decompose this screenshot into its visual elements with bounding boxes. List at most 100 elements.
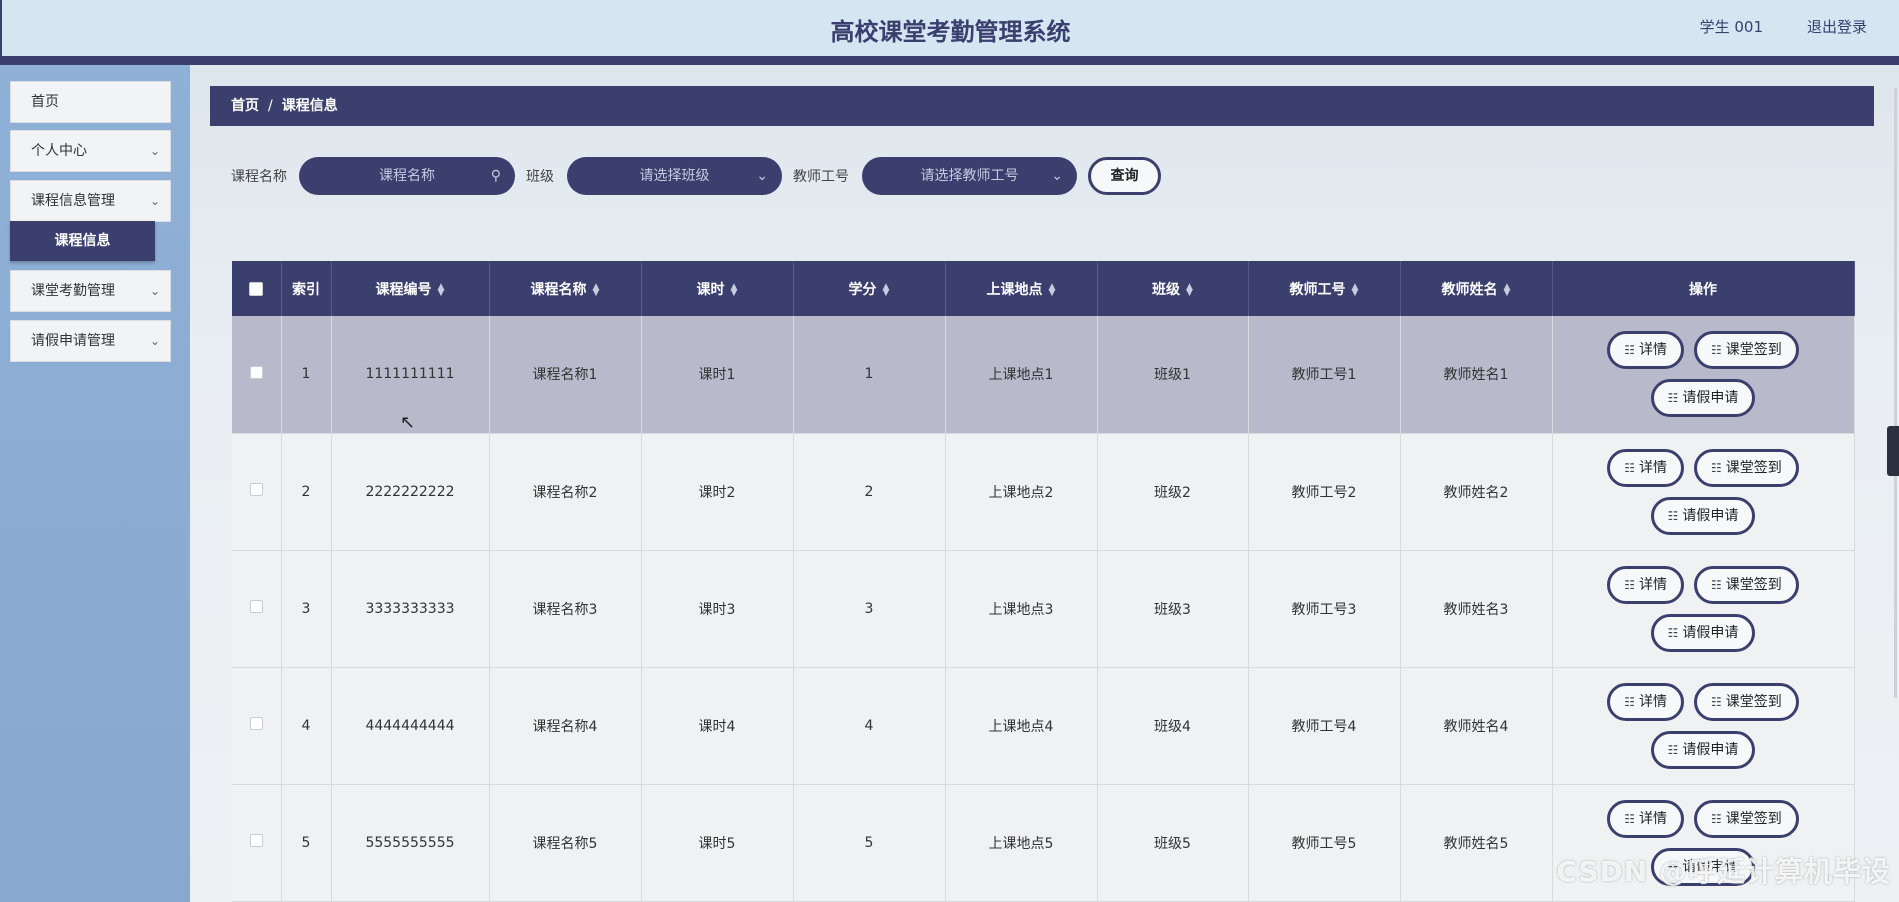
cell-actions: ☷ 详情 ☷ 课堂签到 ☷ 请假申请 xyxy=(1552,667,1855,785)
sidebar-item-attendance-management[interactable]: 课堂考勤管理 ⌄ xyxy=(10,270,171,312)
button-label: 详情 xyxy=(1639,810,1667,827)
checkin-button[interactable]: ☷ 课堂签到 xyxy=(1694,331,1799,370)
class-placeholder: 请选择班级 xyxy=(639,168,710,184)
cell-hours: 课时5 xyxy=(641,784,794,902)
sidebar-item-personal-center[interactable]: 个人中心 ⌄ xyxy=(10,130,171,172)
leave-request-button[interactable]: ☷ 请假申请 xyxy=(1650,379,1756,418)
class-select[interactable]: 请选择班级 ⌄ xyxy=(567,157,782,195)
button-label: 详情 xyxy=(1639,693,1667,710)
cell-class: 班级3 xyxy=(1097,550,1249,668)
header-teacher-id[interactable]: 教师工号 ▲ ▼ xyxy=(1248,261,1401,316)
cell-teacher-name: 教师姓名5 xyxy=(1400,784,1553,902)
select-all-checkbox[interactable] xyxy=(249,281,264,296)
checkin-button[interactable]: ☷ 课堂签到 xyxy=(1694,448,1799,487)
row-select-cell xyxy=(232,550,282,668)
sort-icon[interactable]: ▲ ▼ xyxy=(883,282,890,297)
header-course-code[interactable]: 课程编号 ▲ ▼ xyxy=(331,261,490,316)
top-header: 高校课堂考勤管理系统 学生 001 退出登录 xyxy=(0,0,1899,56)
cell-location: 上课地点5 xyxy=(945,784,1098,902)
cell-teacher-id: 教师工号2 xyxy=(1248,433,1401,551)
sort-icon[interactable]: ▲ ▼ xyxy=(438,282,445,297)
chevron-down-icon: ⌄ xyxy=(149,334,160,348)
search-icon: ⚲ xyxy=(490,168,501,184)
row-checkbox[interactable] xyxy=(249,483,263,496)
header-credit[interactable]: 学分 ▲ ▼ xyxy=(793,261,946,316)
leave-request-button[interactable]: ☷ 请假申请 xyxy=(1650,613,1756,652)
chevron-down-icon: ⌄ xyxy=(756,168,768,184)
table-row[interactable]: 4 4444444444 课程名称4 课时4 4 上课地点4 班级4 教师工号4 教师姓名4 ☷ 详… xyxy=(232,667,1855,785)
sort-icon[interactable]: ▲ ▼ xyxy=(593,282,600,297)
teacher-id-label: 教师工号 xyxy=(793,169,849,185)
document-icon: ☷ xyxy=(1711,460,1722,475)
cell-index: 3 xyxy=(281,550,332,668)
header-teacher-name[interactable]: 教师姓名 ▲ ▼ xyxy=(1400,261,1553,316)
detail-button[interactable]: ☷ 详情 xyxy=(1607,682,1684,721)
header-course-name[interactable]: 课程名称 ▲ ▼ xyxy=(489,261,642,316)
table-header-row: 索引 课程编号 ▲ ▼ 课程名称 ▲ ▼ 课时 ▲ ▼ 学分 ▲ ▼ 上课地点 ▲ ▼ 班级 ▲ ▼ 教… xyxy=(232,261,1855,316)
detail-button[interactable]: ☷ 详情 xyxy=(1607,565,1684,604)
table-row[interactable]: 2 2222222222 课程名称2 课时2 2 上课地点2 班级2 教师工号2 教师姓名2 ☷ 详… xyxy=(232,433,1855,551)
sort-icon[interactable]: ▲ ▼ xyxy=(1504,282,1511,297)
table-row[interactable]: 3 3333333333 课程名称3 课时3 3 上课地点3 班级3 教师工号3 教师姓名3 ☷ 详… xyxy=(232,550,1855,668)
leave-request-button[interactable]: ☷ 请假申请 xyxy=(1650,496,1756,535)
row-checkbox[interactable] xyxy=(249,365,263,379)
cell-teacher-name: 教师姓名4 xyxy=(1400,667,1553,785)
checkin-button[interactable]: ☷ 课堂签到 xyxy=(1694,682,1799,721)
sort-icon[interactable]: ▲ ▼ xyxy=(1049,282,1056,297)
cell-credit: 5 xyxy=(793,784,946,902)
cell-course-name: 课程名称1 xyxy=(489,316,642,434)
teacher-id-select[interactable]: 请选择教师工号 ⌄ xyxy=(862,157,1077,195)
sort-icon[interactable]: ▲ ▼ xyxy=(1186,282,1193,297)
table-row[interactable]: 1 1111111111 课程名称1 课时1 1 上课地点1 班级1 教师工号1 教师姓名1 ☷ 详… xyxy=(232,316,1855,434)
teacher-id-placeholder: 请选择教师工号 xyxy=(920,168,1019,184)
button-label: 详情 xyxy=(1639,342,1667,359)
sort-icon[interactable]: ▲ ▼ xyxy=(731,282,738,297)
header-actions: 操作 xyxy=(1552,261,1855,316)
page-scrollbar[interactable] xyxy=(1894,88,1897,698)
button-label: 请假申请 xyxy=(1682,624,1739,641)
query-button[interactable]: 查询 xyxy=(1088,157,1161,195)
cell-class: 班级5 xyxy=(1097,784,1249,902)
course-name-input[interactable]: 课程名称 ⚲ xyxy=(299,157,515,195)
header-location[interactable]: 上课地点 ▲ ▼ xyxy=(945,261,1098,316)
course-name-placeholder: 课程名称 xyxy=(379,168,435,184)
checkin-button[interactable]: ☷ 课堂签到 xyxy=(1694,799,1799,838)
cell-course-name: 课程名称5 xyxy=(489,784,642,902)
detail-button[interactable]: ☷ 详情 xyxy=(1607,331,1684,370)
document-icon: ☷ xyxy=(1711,694,1722,709)
sidebar-item-label: 课程信息管理 xyxy=(31,193,115,209)
header-index: 索引 xyxy=(281,261,332,316)
sidebar-item-home[interactable]: 首页 xyxy=(10,81,171,123)
cell-teacher-name: 教师姓名1 xyxy=(1400,316,1553,434)
detail-button[interactable]: ☷ 详情 xyxy=(1607,448,1684,487)
cell-hours: 课时1 xyxy=(641,316,794,434)
row-select-cell xyxy=(232,784,282,902)
sidebar-subitem-course-info[interactable]: 课程信息 xyxy=(10,221,155,261)
cell-actions: ☷ 详情 ☷ 课堂签到 ☷ 请假申请 xyxy=(1552,550,1855,668)
breadcrumb: 首页 / 课程信息 xyxy=(210,86,1874,126)
logout-link[interactable]: 退出登录 xyxy=(1807,16,1867,37)
sort-icon[interactable]: ▲ ▼ xyxy=(1352,282,1359,297)
cell-teacher-id: 教师工号4 xyxy=(1248,667,1401,785)
header-class[interactable]: 班级 ▲ ▼ xyxy=(1097,261,1249,316)
cell-actions: ☷ 详情 ☷ 课堂签到 ☷ 请假申请 xyxy=(1552,433,1855,551)
cell-teacher-id: 教师工号5 xyxy=(1248,784,1401,902)
leave-request-button[interactable]: ☷ 请假申请 xyxy=(1650,730,1756,769)
row-checkbox[interactable] xyxy=(249,600,263,613)
breadcrumb-current: 课程信息 xyxy=(281,98,338,114)
row-select-cell xyxy=(232,667,282,785)
cell-course-name: 课程名称2 xyxy=(489,433,642,551)
sidebar-item-leave-management[interactable]: 请假申请管理 ⌄ xyxy=(10,320,171,362)
cell-location: 上课地点1 xyxy=(945,316,1098,434)
checkin-button[interactable]: ☷ 课堂签到 xyxy=(1694,565,1799,604)
side-drawer-handle[interactable] xyxy=(1887,426,1899,476)
breadcrumb-home[interactable]: 首页 xyxy=(231,98,259,114)
header-hours[interactable]: 课时 ▲ ▼ xyxy=(641,261,794,316)
sidebar-item-course-management[interactable]: 课程信息管理 ⌄ xyxy=(10,180,171,222)
row-checkbox[interactable] xyxy=(249,717,263,730)
detail-button[interactable]: ☷ 详情 xyxy=(1607,799,1684,838)
button-label: 详情 xyxy=(1639,459,1667,476)
cell-hours: 课时2 xyxy=(641,433,794,551)
cell-credit: 4 xyxy=(793,667,946,785)
row-checkbox[interactable] xyxy=(249,834,263,847)
